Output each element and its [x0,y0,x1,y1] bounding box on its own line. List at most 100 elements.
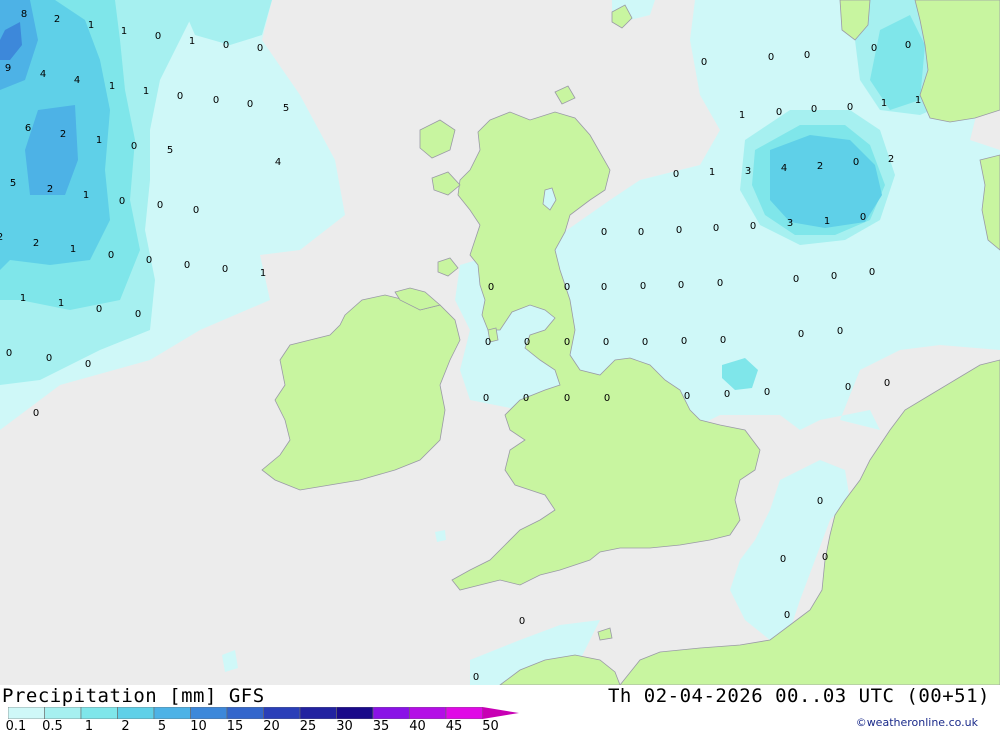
legend-tick-label: 0.5 [42,719,63,734]
precip-value-label: 0 [601,282,607,293]
precip-value-label: 0 [871,43,877,54]
precip-value-label: 0 [157,200,163,211]
precip-value-label: 2 [47,184,53,195]
precip-value-label: 0 [804,50,810,61]
precip-value-label: 1 [121,26,127,37]
precip-value-label: 0 [678,280,684,291]
precip-value-label: 0 [684,391,690,402]
precip-value-label: 0 [831,271,837,282]
precip-value-label: 0 [673,169,679,180]
precip-value-label: 0 [811,104,817,115]
legend-swatch [190,707,228,719]
precip-value-label: 1 [96,135,102,146]
precip-value-label: 0 [847,102,853,113]
legend-tick-label: 50 [482,719,499,734]
credit-link[interactable]: ©weatheronline.co.uk [856,716,978,729]
precip-value-label: 0 [604,393,610,404]
map-canvas: 8 2 1 1 0 1 0 0 9 4 4 1 1 0 0 0 5 6 2 1 0 5 5 2 1 0 0 0 4 2 2 1 0 0 0 0 1 1 1 0… [0,0,1000,686]
precip-value-label: 0 [720,335,726,346]
precip-value-label: 2 [0,232,3,243]
legend-tick-label: 40 [409,719,426,734]
precip-value-label: 1 [881,98,887,109]
precip-value-label: 0 [717,278,723,289]
precip-value-label: 0 [564,282,570,293]
precip-value-label: 4 [74,75,80,86]
precip-value-label: 0 [603,337,609,348]
legend-labels: 0.1 0.5 1 2 5 10 15 20 25 30 35 40 45 50 [0,719,520,734]
precip-value-label: 1 [20,293,26,304]
precip-value-label: 0 [764,387,770,398]
precip-value-label: 5 [283,103,289,114]
precip-value-label: 2 [888,154,894,165]
precip-value-label: 5 [167,145,173,156]
map-footer: Precipitation [mm] GFS Th 02-04-2026 00.… [0,685,1000,734]
precip-value-label: 0 [822,552,828,563]
precip-value-label: 2 [54,14,60,25]
legend-swatch [336,707,374,719]
precip-value-label: 0 [222,264,228,275]
precip-value-label: 0 [223,40,229,51]
product-title: Precipitation [mm] GFS [2,685,265,707]
legend-tick-label: 15 [226,719,244,734]
precip-value-label: 0 [483,393,489,404]
color-legend [8,707,519,719]
legend-swatch [372,707,410,719]
precip-value-label: 0 [6,348,12,359]
precip-value-label: 0 [780,554,786,565]
precip-value-label: 0 [119,196,125,207]
legend-swatch [8,707,45,719]
precip-value-label: 0 [155,31,161,42]
precipitation-map: 8 2 1 1 0 1 0 0 9 4 4 1 1 0 0 0 5 6 2 1 0 5 5 2 1 0 0 0 4 2 2 1 0 0 0 0 1 1 1 0… [0,0,1000,686]
precip-value-label: 0 [681,336,687,347]
legend-swatch [409,707,447,719]
precip-value-label: 1 [709,167,715,178]
precip-value-label: 3 [745,166,751,177]
precip-value-label: 1 [739,110,745,121]
precip-value-label: 3 [787,218,793,229]
legend-swatch [117,707,155,719]
precip-value-label: 1 [824,216,830,227]
precip-value-label: 0 [784,610,790,621]
precip-value-label: 1 [70,244,76,255]
precip-value-label: 1 [58,298,64,309]
precip-value-label: 0 [724,389,730,400]
precip-value-label: 4 [275,157,281,168]
precip-value-label: 1 [260,268,266,279]
legend-tick-label: 0.1 [5,719,27,734]
legend-swatch [80,707,118,719]
legend-swatch [44,707,82,719]
precip-value-label: 4 [781,163,787,174]
precip-value-label: 2 [60,129,66,140]
precip-value-label: 2 [817,161,823,172]
legend-swatch [153,707,191,719]
legend-swatch [226,707,264,719]
precip-value-label: 0 [135,309,141,320]
legend-tick-label: 25 [299,719,317,734]
precip-value-label: 0 [184,260,190,271]
precip-value-label: 0 [131,141,137,152]
precip-value-label: 1 [915,95,921,106]
legend-tick-label: 30 [336,719,353,734]
precip-value-label: 0 [488,282,494,293]
legend-swatch [482,707,519,719]
precip-value-label: 6 [25,123,31,134]
legend-tick-label: 1 [84,719,94,734]
precip-value-label: 0 [96,304,102,315]
precip-value-label: 1 [88,20,94,31]
precip-value-label: 0 [638,227,644,238]
precip-value-label: 0 [750,221,756,232]
precip-value-label: 1 [143,86,149,97]
precip-value-label: 0 [524,337,530,348]
precip-value-label: 0 [884,378,890,389]
precip-value-label: 0 [860,212,866,223]
legend-swatch [263,707,301,719]
precip-value-label: 0 [853,157,859,168]
precip-value-label: 1 [189,36,195,47]
land-norway [914,0,1000,123]
precip-value-label: 9 [5,63,11,74]
precip-value-label: 0 [485,337,491,348]
precip-value-label: 0 [564,393,570,404]
precip-value-label: 0 [905,40,911,51]
precip-value-label: 0 [523,393,529,404]
precip-value-label: 4 [40,69,46,80]
